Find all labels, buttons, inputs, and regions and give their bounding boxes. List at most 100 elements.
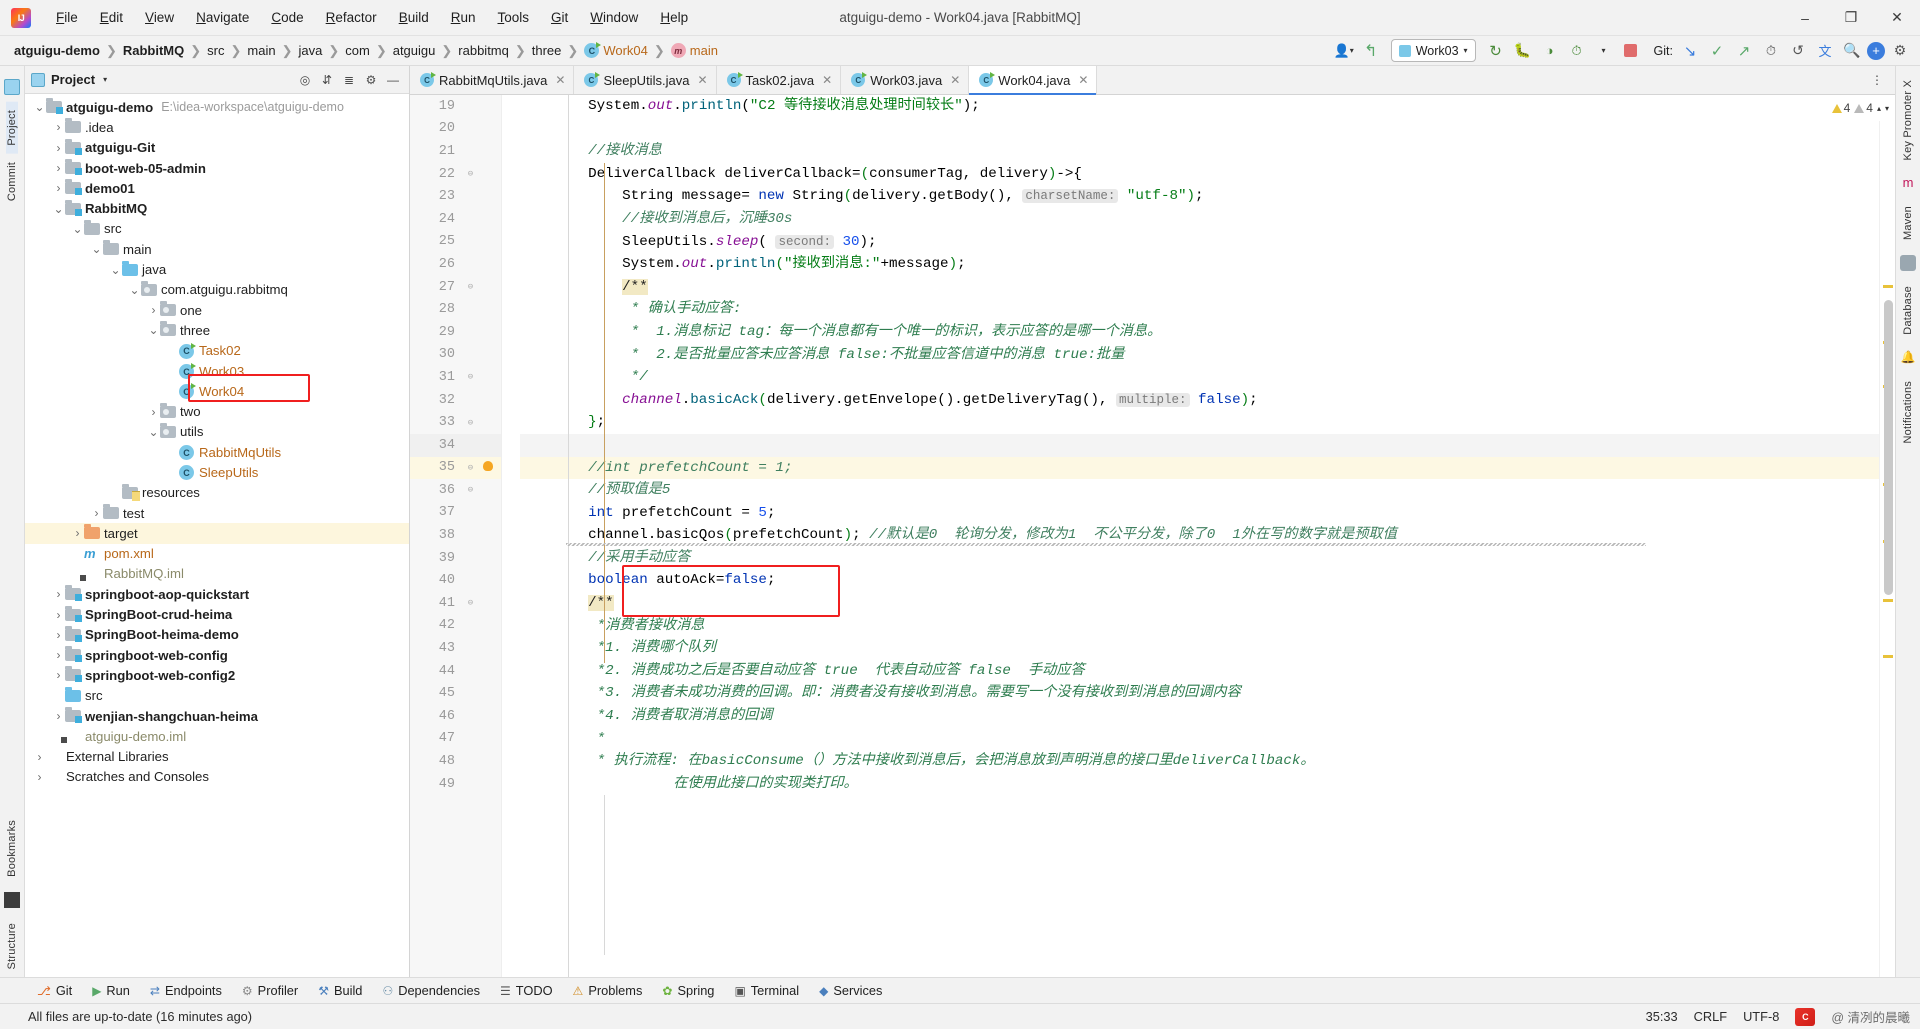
tree-node-demo01[interactable]: › demo01 [25, 178, 409, 198]
minimize-button[interactable]: – [1782, 0, 1828, 35]
close-icon[interactable]: ✕ [555, 73, 565, 87]
gutter-line-34[interactable]: 34 [410, 433, 501, 457]
caret-position[interactable]: 35:33 [1646, 1009, 1678, 1024]
chevron-down-icon[interactable]: ⌄ [147, 425, 160, 439]
editor-text-area[interactable]: System.out.println("C2 等待接收消息处理时间较长"); /… [502, 95, 1879, 977]
hide-icon[interactable]: — [383, 70, 403, 90]
code-line-28[interactable]: * 确认手动应答: [520, 298, 1879, 321]
tree-node-java[interactable]: ⌄ java [25, 259, 409, 279]
tree-node-rabbitmqutils[interactable]: C RabbitMqUtils [25, 442, 409, 462]
debug-icon[interactable]: 🐛 [1511, 40, 1535, 62]
fold-handle-icon[interactable]: ⊖ [466, 485, 475, 495]
gutter-line-40[interactable]: 40 [410, 569, 501, 592]
gutter-line-44[interactable]: 44 [410, 660, 501, 683]
tree-node-sleeputils[interactable]: C SleepUtils [25, 462, 409, 482]
gutter-line-29[interactable]: 29 [410, 321, 501, 344]
tree-node-atguigu-git[interactable]: › atguigu-Git [25, 138, 409, 158]
toolwindow-spring[interactable]: ✿ Spring [653, 981, 723, 1000]
chevron-down-icon[interactable]: ▾ [1885, 104, 1889, 113]
tree-node--idea[interactable]: › .idea [25, 117, 409, 137]
chevron-down-icon[interactable]: ⌄ [147, 323, 160, 337]
gutter-line-28[interactable]: 28 [410, 298, 501, 321]
editor-gutter[interactable]: 19 20 21 22 ⊖ 23 24 25 26 27 ⊖ 28 29 30 31 ⊖ 32 33 ⊖ 34 35 ⊖ 3… [410, 95, 502, 977]
menu-refactor[interactable]: Refactor [315, 6, 388, 29]
code-line-21[interactable]: //接收消息 [520, 140, 1879, 163]
toolwindow-terminal[interactable]: ▣ Terminal [725, 981, 808, 1000]
analysis-scrollbar[interactable] [1879, 95, 1895, 977]
code-line-48[interactable]: * 执行流程: 在basicConsume（）方法中接收到消息后，会把消息放到声… [520, 750, 1879, 773]
editor-tab-task02[interactable]: C Task02.java ✕ [717, 66, 842, 94]
translate-icon[interactable]: 文 [1813, 40, 1837, 62]
gutter-line-49[interactable]: 49 [410, 773, 501, 796]
gutter-line-21[interactable]: 21 [410, 140, 501, 163]
code-line-47[interactable]: * [520, 728, 1879, 751]
chevron-down-icon[interactable]: ⌄ [128, 283, 141, 297]
toolwindow-git[interactable]: ⎇ Git [28, 981, 81, 1000]
tree-node-scratches-and-consoles[interactable]: › Scratches and Consoles [25, 767, 409, 787]
code-line-34[interactable] [520, 433, 1879, 457]
gutter-line-23[interactable]: 23 [410, 185, 501, 208]
rail-item-project[interactable]: Project [6, 102, 18, 154]
code-line-36[interactable]: //预取值是5 [520, 479, 1879, 502]
chevron-right-icon[interactable]: › [52, 668, 65, 682]
rerun-icon[interactable]: ↻ [1484, 40, 1508, 62]
menu-view[interactable]: View [134, 6, 185, 29]
gutter-line-39[interactable]: 39 [410, 547, 501, 570]
tree-node-boot-web-05-admin[interactable]: › boot-web-05-admin [25, 158, 409, 178]
code-line-44[interactable]: *2. 消费成功之后是否要自动应答 true 代表自动应答 false 手动应答 [520, 660, 1879, 683]
git-update-icon[interactable]: ↘ [1678, 40, 1702, 62]
code-line-33[interactable]: }; [520, 411, 1879, 434]
breadcrumb-item-three[interactable]: three [528, 42, 566, 59]
code-line-35[interactable]: //int prefetchCount = 1; [520, 456, 1879, 480]
tree-node-rabbitmq[interactable]: ⌄ RabbitMQ [25, 198, 409, 218]
chevron-down-icon[interactable]: ⌄ [52, 202, 65, 216]
chevron-right-icon[interactable]: › [52, 648, 65, 662]
editor-scroll-thumb[interactable] [1884, 300, 1893, 595]
code-line-24[interactable]: //接收到消息后，沉睡30s [520, 208, 1879, 231]
tree-node-wenjian-shangchuan-heima[interactable]: › wenjian-shangchuan-heima [25, 706, 409, 726]
rail-item-maven[interactable]: Maven [1902, 198, 1914, 248]
intention-bulb-icon[interactable] [483, 460, 497, 475]
gutter-line-31[interactable]: 31 ⊖ [410, 366, 501, 389]
code-line-43[interactable]: *1. 消费哪个队列 [520, 637, 1879, 660]
tree-node-work03[interactable]: C Work03 [25, 361, 409, 381]
gear-icon[interactable]: ⚙ [361, 70, 381, 90]
gutter-line-41[interactable]: 41 ⊖ [410, 592, 501, 615]
chevron-right-icon[interactable]: › [71, 526, 84, 540]
gutter-line-35[interactable]: 35 ⊖ [410, 456, 501, 480]
tree-node-com-atguigu-rabbitmq[interactable]: ⌄ com.atguigu.rabbitmq [25, 280, 409, 300]
git-commit-icon[interactable]: ✓ [1705, 40, 1729, 62]
code-line-40[interactable]: boolean autoAck=false; [520, 569, 1879, 592]
run-configuration-selector[interactable]: Work03 ▾ [1390, 39, 1476, 62]
code-line-49[interactable]: 在使用此接口的实现类打印。 [520, 773, 1879, 796]
rail-item-notifications[interactable]: Notifications [1902, 373, 1914, 452]
menu-navigate[interactable]: Navigate [185, 6, 260, 29]
inspection-widget[interactable]: 4 4 ▴ ▾ [1831, 95, 1895, 121]
rail-item-bookmarks[interactable]: Bookmarks [6, 812, 18, 885]
search-icon[interactable]: 🔍 [1840, 40, 1864, 62]
profiler-icon[interactable]: ⏱ [1565, 40, 1589, 62]
chevron-down-icon[interactable]: ⌄ [71, 222, 84, 236]
gutter-line-48[interactable]: 48 [410, 750, 501, 773]
code-line-25[interactable]: SleepUtils.sleep( second: 30); [520, 231, 1879, 254]
editor-tab-work03[interactable]: C Work03.java ✕ [841, 66, 970, 94]
toolwindow-profiler[interactable]: ⚙ Profiler [233, 981, 307, 1000]
fold-handle-icon[interactable]: ⊖ [466, 282, 475, 292]
chevron-right-icon[interactable]: › [52, 608, 65, 622]
menu-window[interactable]: Window [579, 6, 649, 29]
git-rollback-icon[interactable]: ↺ [1786, 40, 1810, 62]
tree-node-src[interactable]: src [25, 686, 409, 706]
chevron-right-icon[interactable]: › [33, 750, 46, 764]
breadcrumb-item-work04[interactable]: C Work04 [580, 42, 652, 59]
tree-node-test[interactable]: › test [25, 503, 409, 523]
gutter-line-38[interactable]: 38 [410, 524, 501, 547]
gutter-line-33[interactable]: 33 ⊖ [410, 411, 501, 434]
rail-item-database[interactable]: Database [1902, 278, 1914, 343]
back-arrow-icon[interactable]: ↰ [1359, 40, 1383, 62]
settings-icon[interactable]: ⚙ [1888, 40, 1912, 62]
chevron-right-icon[interactable]: › [147, 405, 160, 419]
breadcrumb-item-rabbitmq[interactable]: RabbitMQ [119, 42, 188, 59]
source-code[interactable]: System.out.println("C2 等待接收消息处理时间较长"); /… [502, 95, 1879, 977]
code-line-26[interactable]: System.out.println("接收到消息:"+message); [520, 253, 1879, 276]
toolwindow-services[interactable]: ◆ Services [810, 981, 891, 1000]
